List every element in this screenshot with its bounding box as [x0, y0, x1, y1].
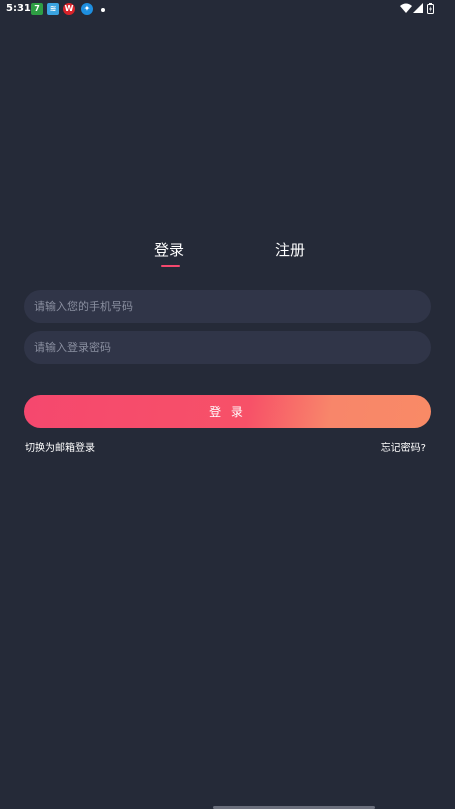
login-screen: 5:31 7 ≋ W ✦ 登录 注册 登 录 切换为邮箱登录 忘记密码?	[0, 0, 455, 809]
phone-input[interactable]	[24, 290, 431, 323]
app-notification-icon: W	[63, 3, 75, 15]
forgot-password-link[interactable]: 忘记密码?	[381, 439, 426, 454]
tab-login[interactable]: 登录	[154, 239, 184, 260]
status-time: 5:31	[6, 3, 31, 14]
app-notification-icon: 7	[31, 3, 43, 15]
app-notification-icon: ✦	[81, 3, 93, 15]
app-notification-icon: ≋	[47, 3, 59, 15]
password-input[interactable]	[24, 331, 431, 364]
signal-icon	[413, 3, 423, 13]
login-button[interactable]: 登 录	[24, 395, 431, 428]
status-bar: 5:31 7 ≋ W ✦	[0, 0, 455, 20]
battery-icon	[427, 3, 434, 14]
more-notifications-dot-icon	[101, 8, 105, 12]
active-tab-indicator	[161, 265, 180, 267]
tab-register[interactable]: 注册	[275, 239, 305, 260]
switch-to-email-login-link[interactable]: 切换为邮箱登录	[25, 439, 95, 454]
wifi-icon	[400, 3, 412, 13]
